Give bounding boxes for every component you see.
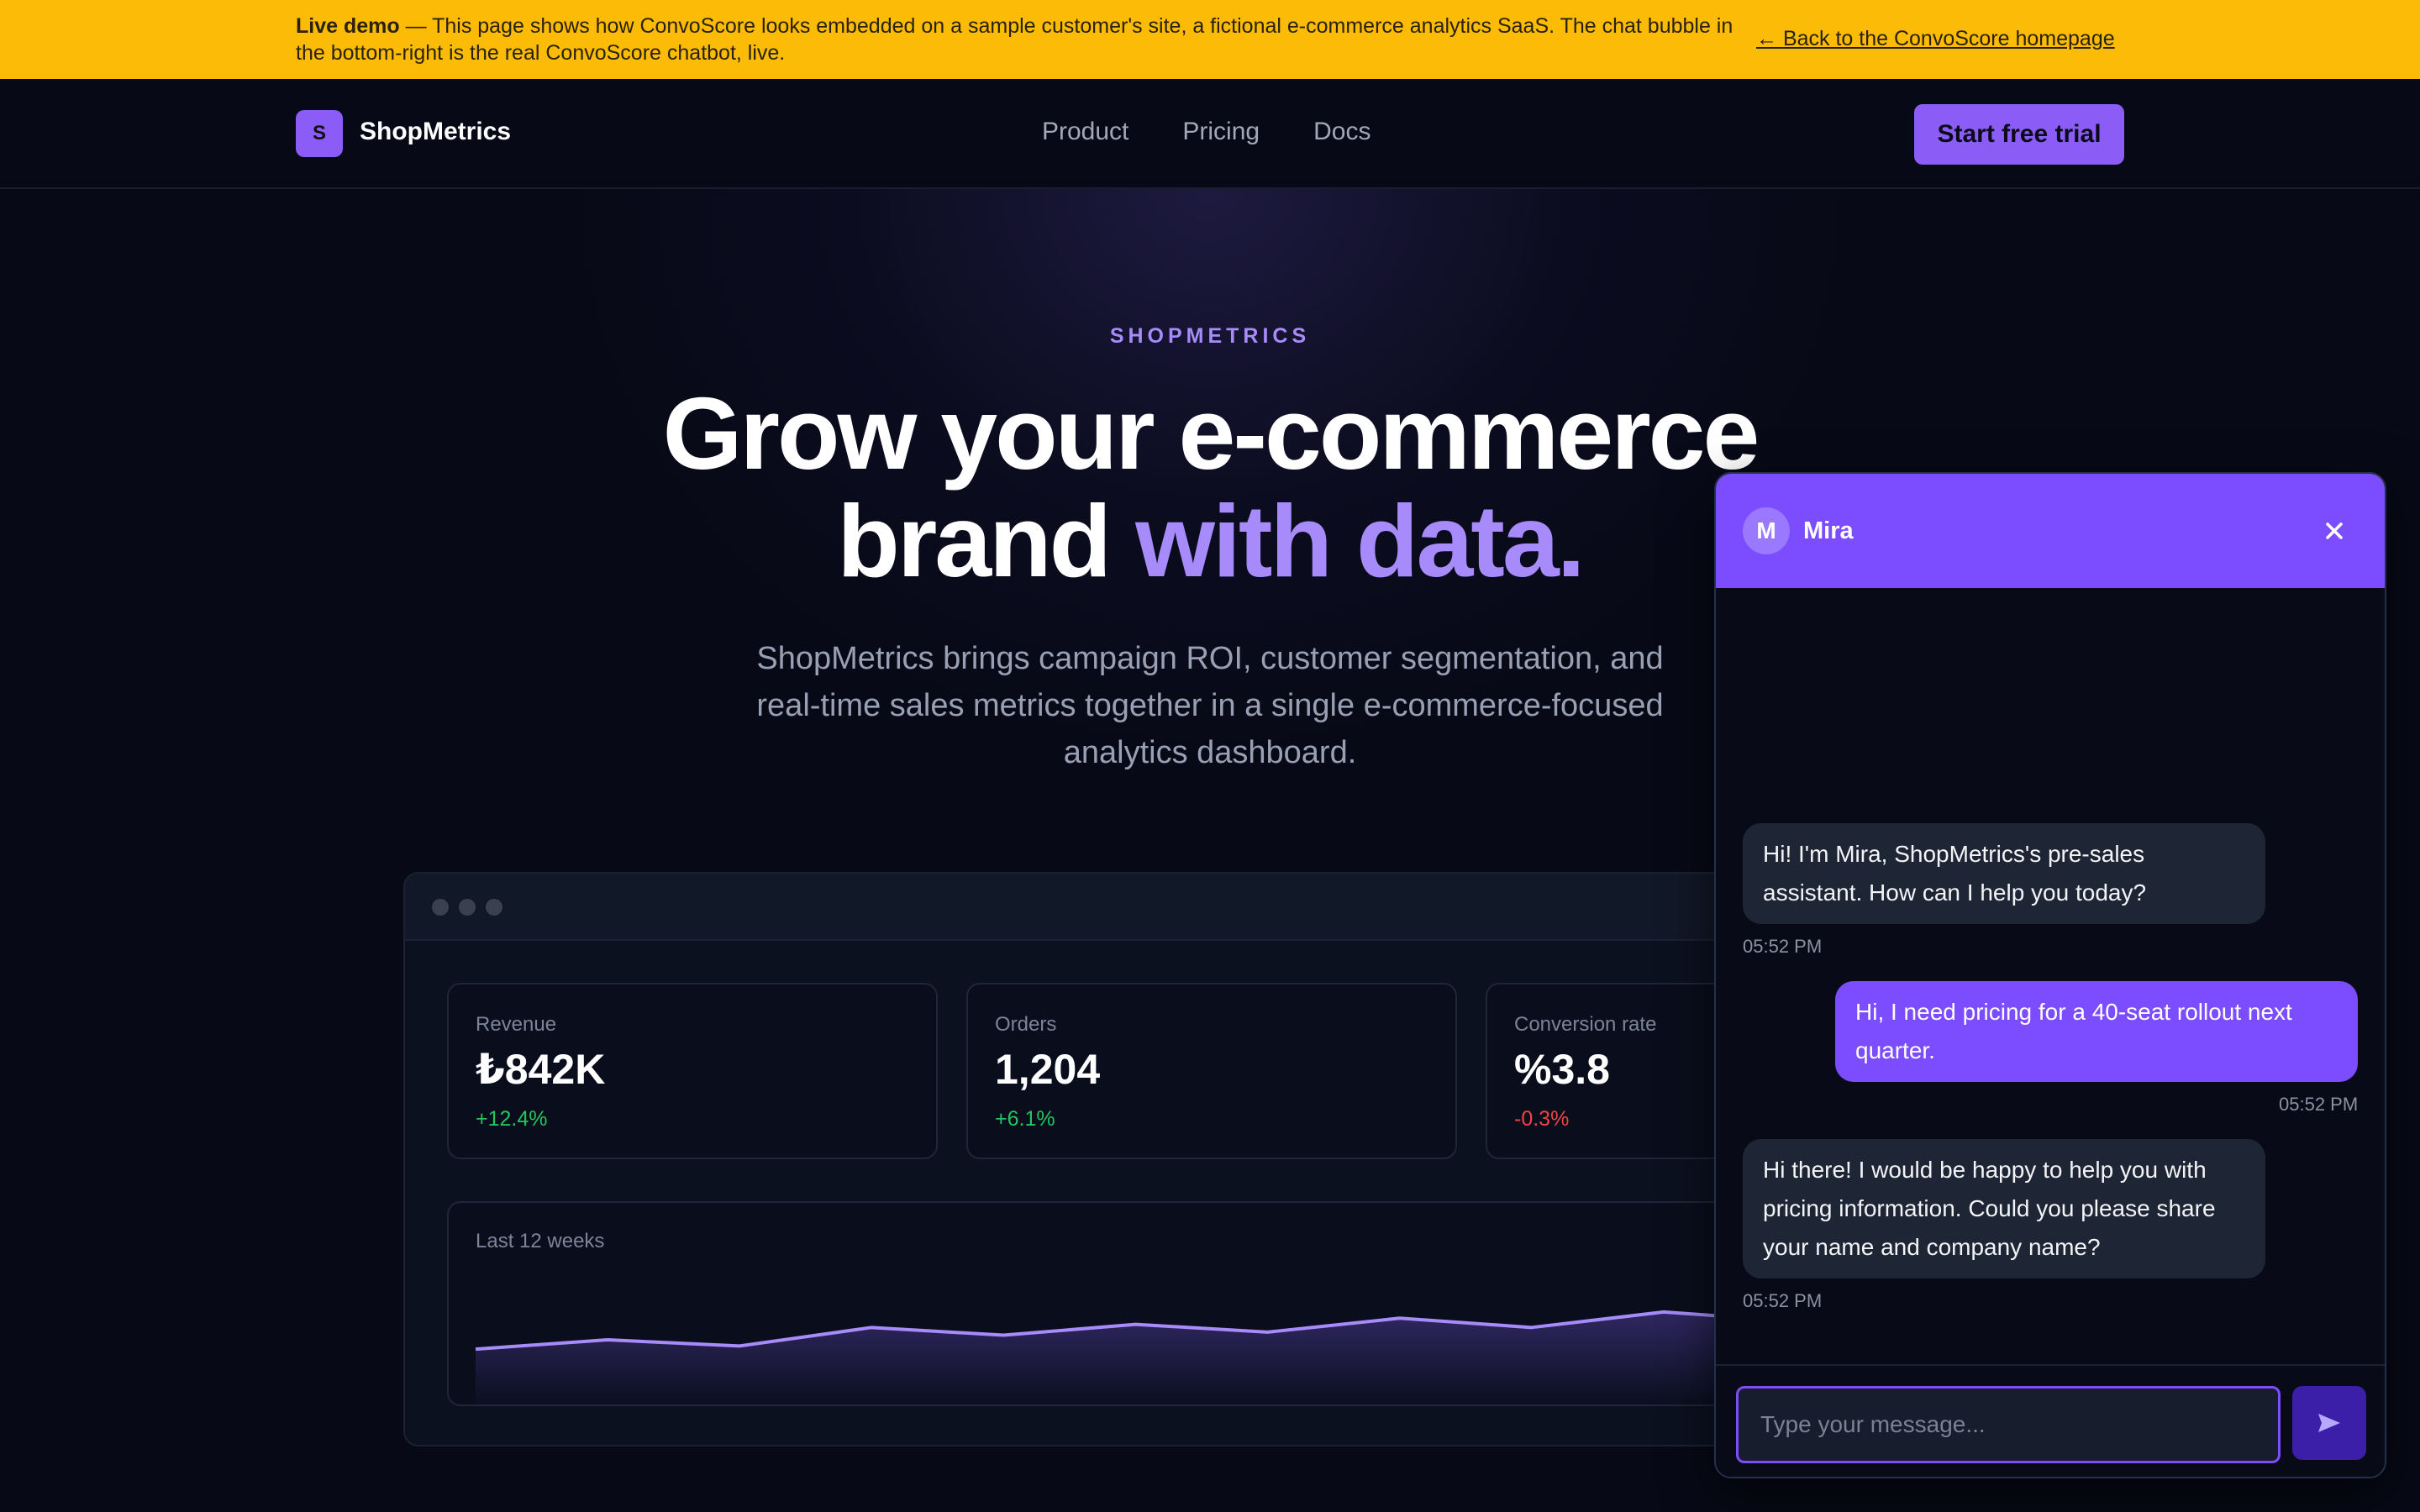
window-dot bbox=[486, 899, 502, 916]
chat-composer bbox=[1716, 1364, 2385, 1477]
metric-value: ₺842K bbox=[476, 1046, 606, 1093]
nav-links: Product Pricing Docs bbox=[1042, 118, 1370, 146]
back-to-homepage-link[interactable]: ← Back to the ConvoScore homepage bbox=[1756, 25, 2115, 52]
metric-label: Orders bbox=[995, 1013, 1057, 1036]
chat-message-user: Hi, I need pricing for a 40-seat rollout… bbox=[1835, 981, 2358, 1082]
window-dot bbox=[459, 899, 476, 916]
hero-subhead: ShopMetrics brings campaign ROI, custome… bbox=[756, 641, 1664, 770]
metric-delta: +6.1% bbox=[995, 1107, 1055, 1131]
agent-name: Mira bbox=[1803, 517, 1854, 544]
close-icon-glyph bbox=[2326, 522, 2343, 539]
metric-delta: +12.4% bbox=[476, 1107, 548, 1131]
brand-logo[interactable]: S bbox=[296, 110, 343, 157]
metric-value: %3.8 bbox=[1514, 1046, 1610, 1093]
top-nav: S ShopMetrics Product Pricing Docs Start… bbox=[0, 79, 2420, 189]
headline-plain: brand bbox=[837, 484, 1136, 598]
message-timestamp: 05:52 PM bbox=[1743, 1290, 1823, 1311]
message-timestamp: 05:52 PM bbox=[2279, 1094, 2359, 1115]
banner-description: — This page shows how ConvoScore looks e… bbox=[296, 14, 1733, 65]
metric-card-orders: Orders 1,204 +6.1% bbox=[966, 983, 1457, 1159]
nav-link-docs[interactable]: Docs bbox=[1313, 118, 1370, 146]
send-icon bbox=[2318, 1414, 2340, 1432]
headline-line-1: Grow your e-commerce bbox=[662, 376, 1760, 491]
chat-message-bot: Hi there! I would be happy to help you w… bbox=[1743, 1139, 2265, 1278]
brand-name[interactable]: ShopMetrics bbox=[360, 118, 511, 146]
metric-label: Conversion rate bbox=[1514, 1013, 1657, 1036]
chat-message-bot: Hi! I'm Mira, ShopMetrics's pre-sales as… bbox=[1743, 823, 2265, 924]
chat-message-input[interactable] bbox=[1736, 1386, 2281, 1463]
window-dot bbox=[432, 899, 449, 916]
chat-header: M Mira bbox=[1716, 474, 2385, 588]
metric-label: Revenue bbox=[476, 1013, 557, 1036]
chart-area bbox=[476, 1305, 1928, 1404]
close-icon[interactable] bbox=[2311, 507, 2358, 554]
metric-value: 1,204 bbox=[995, 1046, 1101, 1093]
metric-delta: -0.3% bbox=[1514, 1107, 1570, 1131]
headline-accent: with data. bbox=[1135, 484, 1586, 598]
agent-avatar: M bbox=[1743, 507, 1790, 554]
start-free-trial-button[interactable]: Start free trial bbox=[1914, 104, 2124, 165]
chat-widget: M Mira Hi! I'm Mira, ShopMetrics's pre-s… bbox=[1714, 472, 2386, 1478]
banner-label: Live demo bbox=[296, 14, 400, 38]
metric-card-revenue: Revenue ₺842K +12.4% bbox=[447, 983, 938, 1159]
banner-text: Live demo — This page shows how ConvoSco… bbox=[296, 13, 1758, 66]
message-timestamp: 05:52 PM bbox=[1743, 936, 1823, 957]
send-button[interactable] bbox=[2292, 1386, 2366, 1460]
nav-link-product[interactable]: Product bbox=[1042, 118, 1128, 146]
nav-link-pricing[interactable]: Pricing bbox=[1182, 118, 1260, 146]
hero-eyebrow: SHOPMETRICS bbox=[1109, 324, 1311, 348]
demo-banner: Live demo — This page shows how ConvoSco… bbox=[0, 0, 2420, 79]
